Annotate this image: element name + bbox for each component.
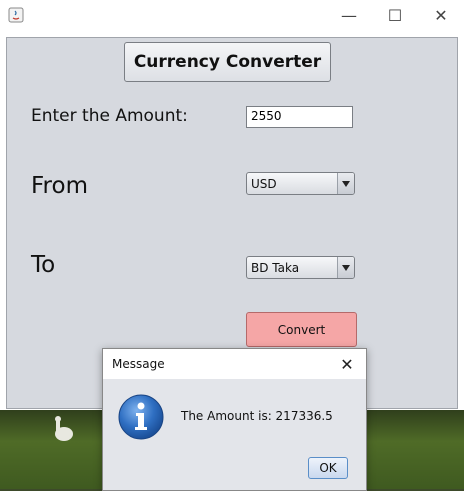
amount-input[interactable]: 2550 — [246, 106, 353, 128]
to-currency-select[interactable]: BD Taka — [246, 256, 355, 279]
to-label: To — [31, 252, 56, 278]
amount-label: Enter the Amount: — [31, 106, 188, 126]
from-label: From — [31, 173, 88, 199]
dialog-message: The Amount is: 217336.5 — [181, 409, 333, 423]
title-bar: — ☐ ✕ — [0, 0, 464, 31]
dialog-title-bar: Message ✕ — [103, 349, 366, 379]
from-currency-value: USD — [251, 176, 277, 191]
convert-button[interactable]: Convert — [246, 312, 357, 347]
to-currency-value: BD Taka — [251, 260, 300, 275]
goose-image — [55, 416, 73, 441]
dialog-title: Message — [112, 357, 165, 371]
message-dialog: Message ✕ The Amount is: 217336.5 OK — [102, 348, 367, 491]
ok-button[interactable]: OK — [308, 457, 348, 479]
from-currency-select[interactable]: USD — [246, 172, 355, 195]
maximize-button[interactable]: ☐ — [372, 0, 418, 31]
chevron-down-icon[interactable] — [337, 173, 354, 194]
close-button[interactable]: ✕ — [418, 0, 464, 31]
java-app-icon — [8, 7, 24, 23]
minimize-button[interactable]: — — [326, 0, 372, 31]
dialog-close-button[interactable]: ✕ — [334, 351, 360, 377]
chevron-down-icon[interactable] — [337, 257, 354, 278]
info-icon — [118, 394, 164, 440]
dialog-body: The Amount is: 217336.5 OK — [103, 379, 366, 490]
currency-converter-title-button[interactable]: Currency Converter — [124, 42, 331, 82]
